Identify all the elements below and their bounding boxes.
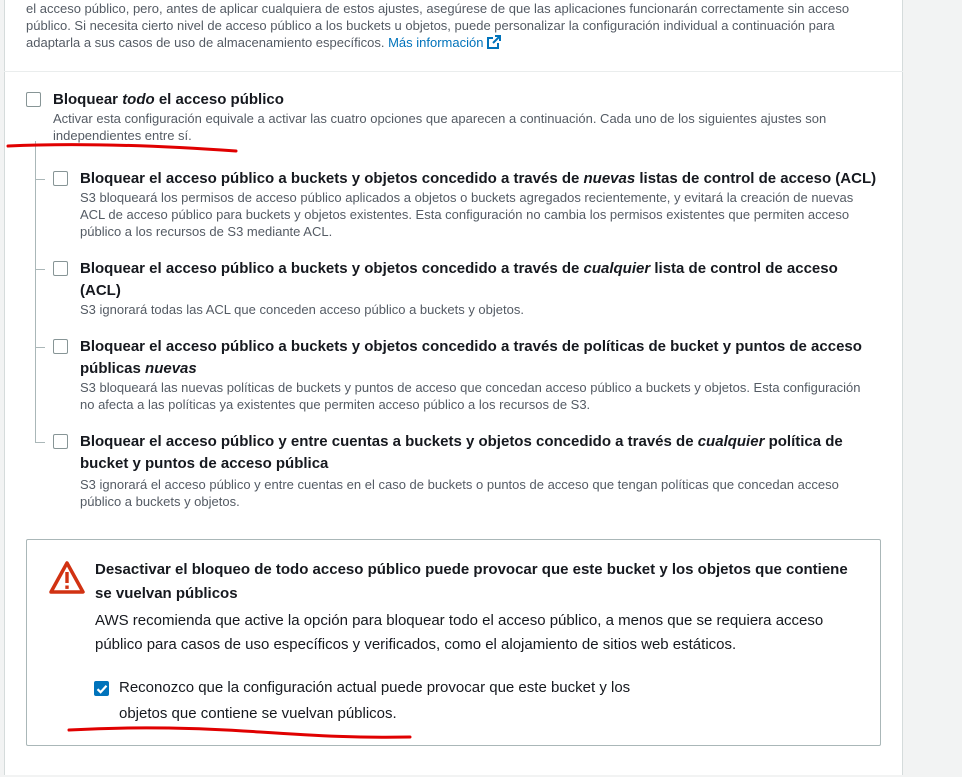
option-new-policies-desc: S3 bloqueará las nuevas políticas de buc… [80,380,861,412]
tree-branch [35,442,45,443]
option-new-policies-title: Bloquear el acceso público a buckets y o… [80,338,862,377]
tree-branch [35,179,45,180]
option-any-acl-checkbox[interactable] [53,261,68,276]
tree-branch [35,269,45,270]
option-any-policy-checkbox[interactable] [53,434,68,449]
warning-triangle-icon [49,561,85,594]
option-new-acl-title: Bloquear el acceso público a buckets y o… [80,170,877,187]
acknowledge-checkbox[interactable] [94,681,109,696]
option-any-policy-desc: S3 ignorará el acceso público y entre cu… [80,477,839,509]
block-all-checkbox[interactable] [26,92,41,107]
block-all-title: Bloquear todo el acceso público [53,91,284,108]
option-new-acl-checkbox[interactable] [53,171,68,186]
warning-title: Desactivar el bloqueo de todo acceso púb… [95,561,848,602]
option-any-acl-desc: S3 ignorará todas las ACL que conceden a… [80,302,524,317]
block-all-desc: Activar esta configuración equivale a ac… [53,111,827,143]
tree-branch [35,347,45,348]
learn-more-link[interactable]: Más información [388,35,502,50]
option-any-acl-title: Bloquear el acceso público a buckets y o… [80,260,838,299]
check-icon [96,685,108,694]
option-new-policies-checkbox[interactable] [53,339,68,354]
option-any-policy-title: Bloquear el acceso público y entre cuent… [80,433,843,472]
intro-text: el acceso público, pero, antes de aplica… [26,1,850,50]
acknowledge-label: Reconozco que la configuración actual pu… [119,679,631,722]
tree-line [35,141,36,442]
external-link-icon [487,35,502,49]
option-new-acl-desc: S3 bloqueará los permisos de acceso públ… [80,190,854,239]
warning-desc: AWS recomienda que active la opción para… [95,612,824,653]
section-divider [4,71,903,72]
